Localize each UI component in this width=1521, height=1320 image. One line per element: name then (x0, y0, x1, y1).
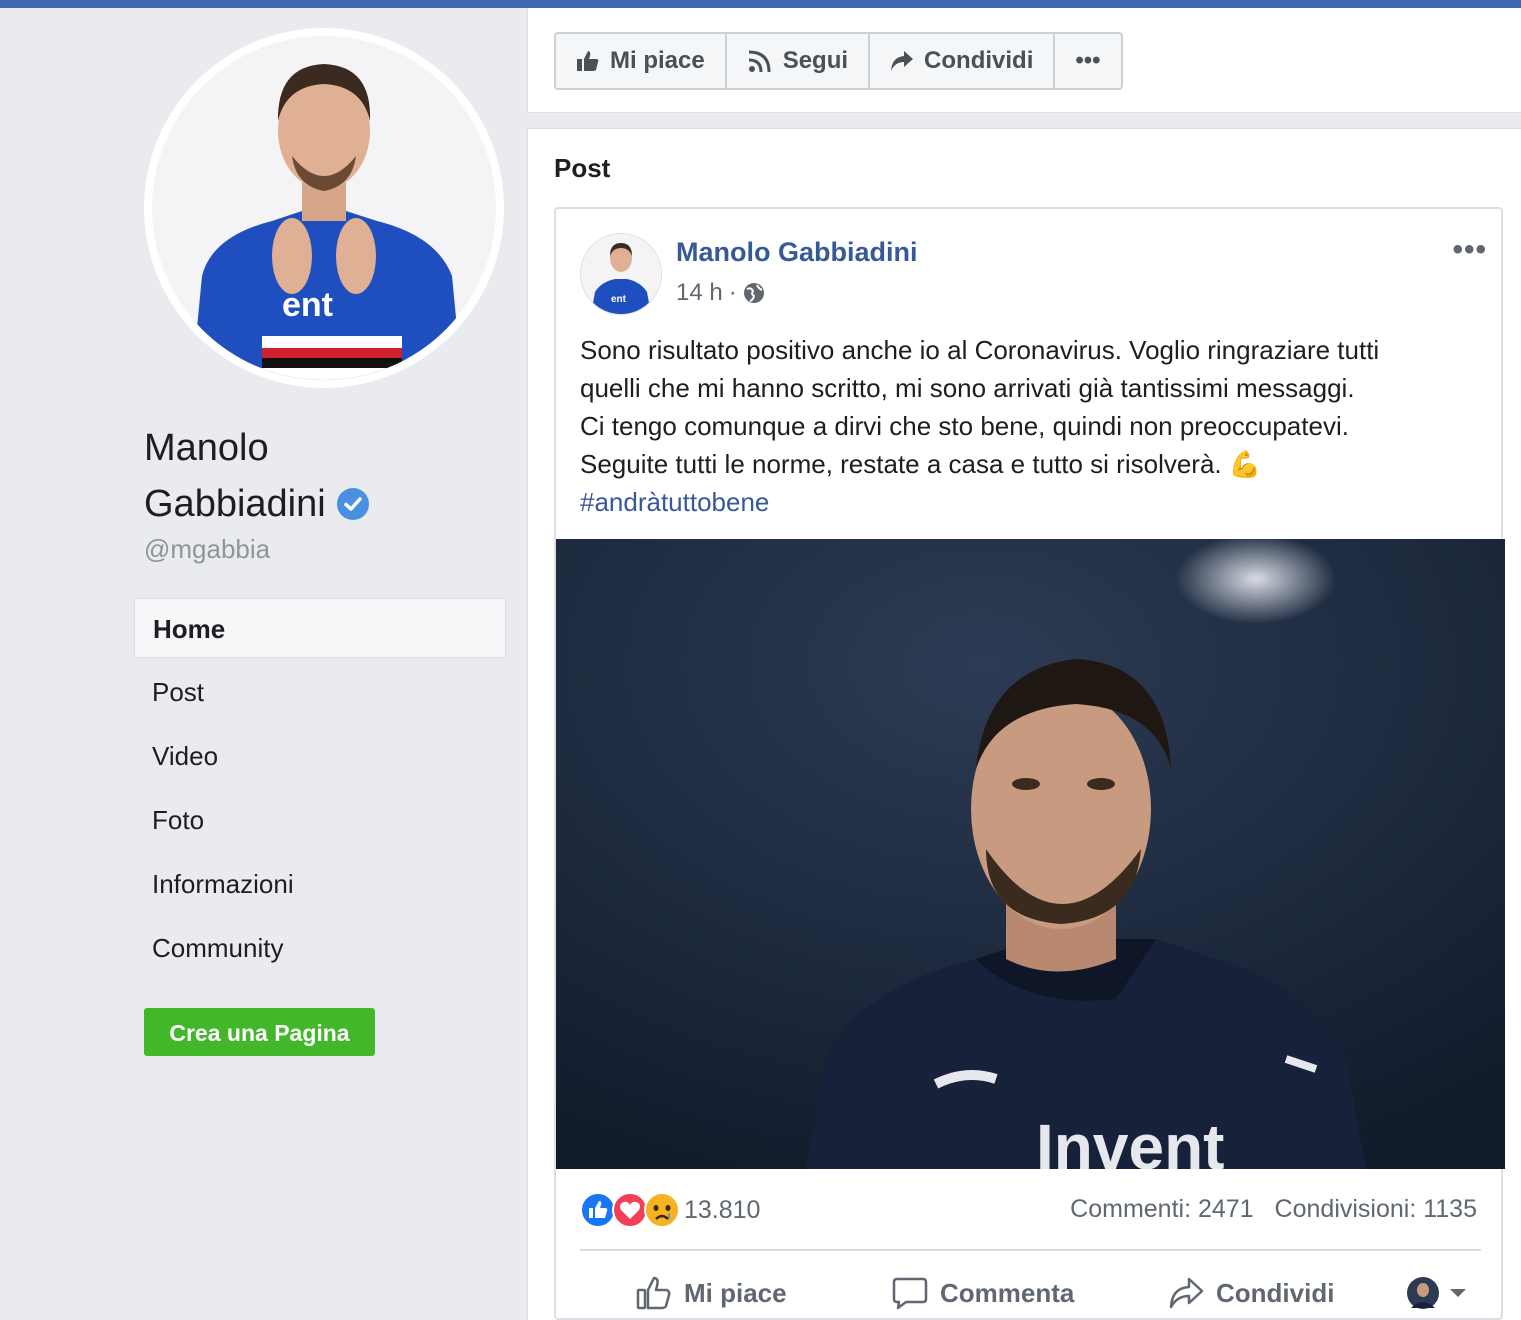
posts-section: Post ent Manolo Gabbiadini 14 h · ••• So… (527, 128, 1521, 1320)
profile-picture[interactable]: ent (152, 36, 496, 380)
page-action-bar: Mi piace Segui Condividi ••• (527, 8, 1521, 113)
post-action-bar: Mi piace Commenta Condividi (580, 1267, 1481, 1319)
user-avatar (1407, 1277, 1439, 1309)
post-author-avatar[interactable]: ent (580, 233, 662, 315)
verified-badge-icon (336, 488, 369, 520)
share-page-label: Condividi (924, 47, 1034, 74)
posts-section-title: Post (554, 153, 611, 183)
nav-item-informazioni[interactable]: Informazioni (134, 854, 506, 918)
page-username[interactable]: @mgabbia (144, 534, 270, 565)
shares-count[interactable]: Condivisioni: 1135 (1275, 1195, 1477, 1223)
post-like-label: Mi piace (684, 1277, 787, 1308)
more-options-button[interactable]: ••• (1055, 34, 1120, 88)
post-comment-label: Commenta (940, 1277, 1075, 1308)
comments-count[interactable]: Commenti: 2471 (1070, 1195, 1253, 1223)
thumbs-up-outline-icon (636, 1276, 671, 1310)
create-page-button[interactable]: Crea una Pagina (144, 1008, 375, 1056)
post-as-selector[interactable] (1406, 1276, 1468, 1310)
post-meta: 14 h · (676, 279, 765, 307)
like-page-label: Mi piace (610, 47, 705, 74)
nav-item-home[interactable]: Home (134, 598, 506, 658)
page-nav: Home Post Video Foto Informazioni Commun… (134, 598, 506, 982)
top-bar (0, 0, 1521, 8)
love-reaction-icon (612, 1192, 648, 1228)
post-divider (580, 1249, 1481, 1251)
post-author-name[interactable]: Manolo Gabbiadini (676, 237, 918, 268)
reactions-count: 13.810 (684, 1195, 761, 1224)
post-like-button[interactable]: Mi piace (636, 1275, 787, 1311)
page-name-line1: Manolo (144, 427, 269, 469)
post-hashtag[interactable]: #andràtuttobene (580, 483, 1490, 521)
post-timestamp[interactable]: 14 h (676, 279, 723, 307)
post-options-button[interactable]: ••• (1452, 233, 1487, 267)
nav-item-video[interactable]: Video (134, 726, 506, 790)
post-text-line: Sono risultato positivo anche io al Coro… (580, 335, 1380, 365)
page-name: Manolo Gabbiadini (144, 420, 370, 532)
post-text-line: quelli che mi hanno scritto, mi sono arr… (580, 373, 1355, 403)
post-text: Sono risultato positivo anche io al Coro… (580, 331, 1490, 521)
nav-item-post[interactable]: Post (134, 662, 506, 726)
thumbs-up-icon (577, 51, 599, 71)
post-text-line: Ci tengo comunque a dirvi che sto bene, … (580, 411, 1349, 441)
meta-separator: · (728, 279, 737, 306)
post-photo[interactable]: Invent (556, 539, 1505, 1169)
share-outline-icon (1169, 1277, 1204, 1309)
caret-down-icon (1450, 1289, 1466, 1297)
engagement-counts: Commenti: 2471 Condivisioni: 1135 (1070, 1195, 1477, 1224)
post-text-line: Seguite tutti le norme, restate a casa e… (580, 449, 1262, 479)
action-button-group: Mi piace Segui Condividi ••• (554, 32, 1123, 90)
share-page-button[interactable]: Condividi (870, 34, 1056, 88)
follow-button[interactable]: Segui (727, 34, 871, 88)
sad-reaction-icon (644, 1192, 680, 1228)
like-page-button[interactable]: Mi piace (556, 34, 727, 88)
rss-follow-icon (748, 50, 771, 73)
post-share-button[interactable]: Condividi (1168, 1276, 1334, 1310)
globe-icon (743, 283, 764, 303)
nav-item-community[interactable]: Community (134, 918, 506, 982)
post-card: ent Manolo Gabbiadini 14 h · ••• Sono ri… (554, 207, 1505, 1320)
svg-text:Invent: Invent (1036, 1111, 1224, 1169)
post-comment-button[interactable]: Commenta (892, 1275, 1074, 1311)
more-options-icon: ••• (1075, 47, 1101, 74)
reactions-summary[interactable]: 13.810 (580, 1192, 760, 1228)
nav-item-foto[interactable]: Foto (134, 790, 506, 854)
svg-text:ent: ent (611, 294, 627, 305)
comment-bubble-icon (892, 1277, 928, 1310)
post-share-label: Condividi (1216, 1277, 1335, 1308)
follow-label: Segui (782, 47, 849, 74)
page-name-line2: Gabbiadini (144, 483, 326, 525)
like-reaction-icon (580, 1192, 616, 1228)
share-arrow-icon (891, 51, 914, 71)
